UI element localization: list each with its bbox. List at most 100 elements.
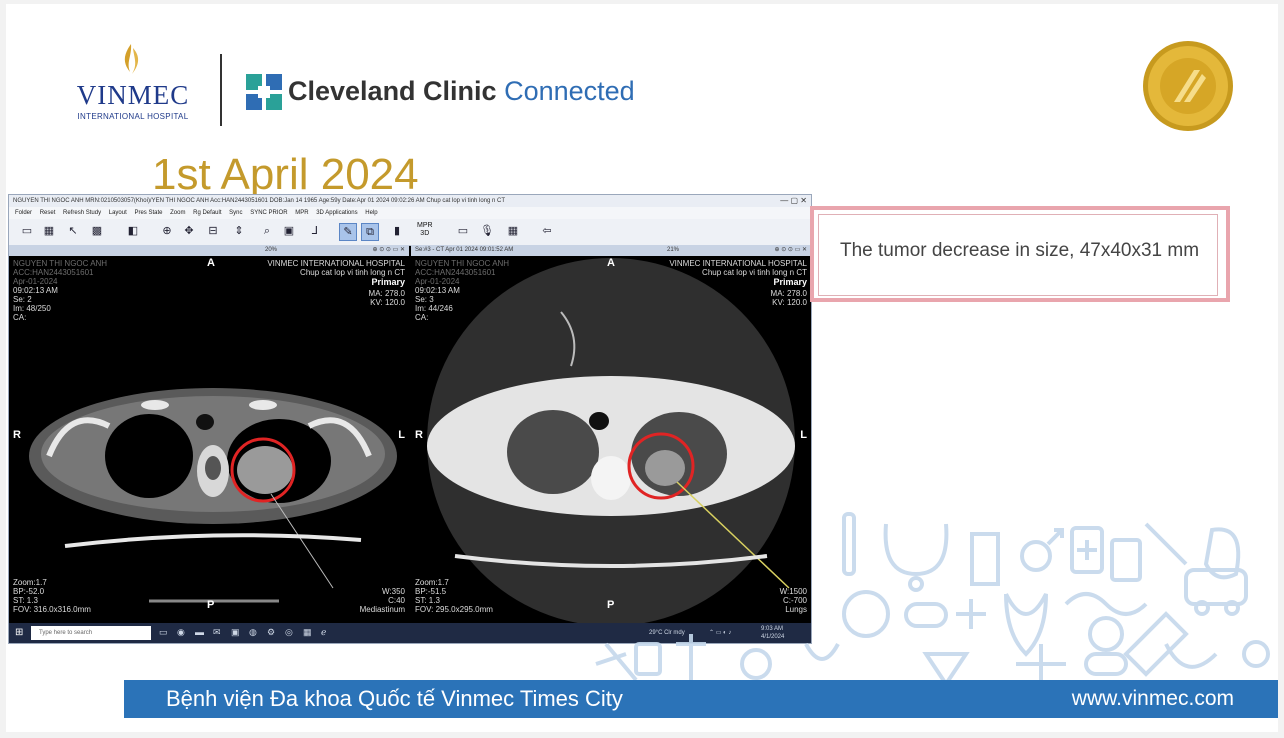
menu-layout[interactable]: Layout [109,210,127,216]
pacs-app-icon[interactable]: ◎ [285,627,295,637]
bp-value: BP:-51.5 [415,587,447,596]
study-date: Apr-01-2024 [13,277,58,286]
menu-help[interactable]: Help [365,210,377,216]
patient-name: NGUYEN THI NGOC ANH [13,259,108,268]
menu-bar: Folder Reset Refresh Study Layout Pres S… [9,207,811,219]
ca-label: CA: [415,313,429,322]
patient-name: NGUYEN THI NGOC ANH [415,259,510,268]
ma-value: MA: 278.0 [368,289,405,298]
taskbar-search-input[interactable]: Type here to search [31,626,151,640]
bookmark-icon[interactable]: ▮ [389,223,405,239]
medical-icons-decoration [595,512,1270,688]
vinmec-name: VINMEC [76,80,190,110]
study-date: Apr-01-2024 [415,277,460,286]
bp-value: BP:-52.0 [13,587,45,596]
task-view-icon[interactable]: ▭ [159,627,169,637]
orientation-anterior: A [207,257,215,269]
menu-sync[interactable]: Sync [229,210,242,216]
exit-icon[interactable]: ⇦ [539,223,555,239]
3d-label: 3D [420,230,430,237]
ct-viewport-mediastinum[interactable]: 20% ⊕ ⊙ ⊙ ▭ ✕ NGUYEN THI NGOC ANH ACC:HA… [9,245,409,623]
mpr-label: MPR [417,222,433,229]
window-title: NGUYEN THI NGOC ANH MRN:0210503057(Khoi)… [13,198,506,204]
study-time: 09:02:13 AM [415,286,460,295]
vinmec-flame-icon [124,44,139,74]
ruler-icon[interactable]: ⊟ [205,223,221,239]
finding-callout: The tumor decrease in size, 47x40x31 mm [810,206,1230,302]
accession-number: ACC:HAN2443051601 [415,268,496,277]
menu-sync-prior[interactable]: SYNC PRIOR [250,210,287,216]
microphone-icon[interactable]: 🎙 [479,223,495,239]
window-level-icon[interactable]: ◧ [125,223,141,239]
vinmec-logo: VINMEC INTERNATIONAL HOSPITAL [68,42,198,126]
cleveland-clinic-wordmark: Cleveland Clinic Connected [288,76,635,107]
window-preset: Mediastinum [359,605,405,614]
pointer-icon[interactable]: ↖ [65,223,81,239]
menu-rg-default[interactable]: Rg Default [193,210,221,216]
display-icon[interactable]: ▭ [455,223,471,239]
orientation-right: R [13,429,21,441]
save-icon[interactable]: ▣ [281,223,297,239]
primary-label: Primary [773,277,807,287]
close-icon[interactable]: ✕ [800,196,807,205]
slide: VINMEC INTERNATIONAL HOSPITAL Cleveland … [6,4,1278,732]
viewport-controls[interactable]: ⊕ ⊙ ⊙ ▭ ✕ [373,245,405,256]
window-center: C:40 [388,596,405,605]
axis-icon[interactable]: ⅃ [307,223,323,239]
tile-icon[interactable]: ▩ [89,223,105,239]
menu-refresh-study[interactable]: Refresh Study [63,210,101,216]
primary-label: Primary [371,277,405,287]
menu-pres-state[interactable]: Pres State [134,210,162,216]
edge-icon[interactable]: ◉ [177,627,187,637]
menu-reset[interactable]: Reset [40,210,56,216]
ie-icon[interactable]: ℯ [321,627,331,637]
logo-divider [220,54,222,126]
window-titlebar: NGUYEN THI NGOC ANH MRN:0210503057(Khoi)… [9,195,811,207]
viewport-controls[interactable]: ⊕ ⊙ ⊙ ▭ ✕ [775,245,807,256]
ca-label: CA: [13,313,27,322]
menu-mpr[interactable]: MPR [295,210,308,216]
cleveland-clinic-icon [246,74,282,110]
windows-start-icon[interactable]: ⊞ [15,628,25,638]
report-icon[interactable]: ▦ [505,223,521,239]
settings-icon[interactable]: ⚙ [267,627,277,637]
viewport-header: 20% ⊕ ⊙ ⊙ ▭ ✕ [9,245,409,256]
kv-value: KV: 120.0 [370,298,405,307]
footer-hospital-name: Bệnh viện Đa khoa Quốc tế Vinmec Times C… [166,686,623,711]
study-description: Chup cat lop vi tinh long n CT [300,268,405,277]
magnifier-icon[interactable]: ⊕ [159,223,175,239]
mail-icon[interactable]: ✉ [213,627,223,637]
toolbar: ▭ ▦ ↖ ▩ ◧ ⊕ ✥ ⊟ ⇕ ⌕ ▣ ⅃ ✎ ⧉ ▮ MPR 3D ▭ 🎙… [9,219,811,246]
hospital-name: VINMEC INTERNATIONAL HOSPITAL [669,259,807,268]
scroll-icon[interactable]: ⇕ [231,223,247,239]
viewport-zoom-percent: 20% [264,247,277,253]
minimize-icon[interactable]: — [780,196,788,205]
pan-icon[interactable]: ✥ [181,223,197,239]
orientation-left: L [800,429,807,441]
footer-bar: Bệnh viện Đa khoa Quốc tế Vinmec Times C… [124,680,1278,718]
store-icon[interactable]: ▣ [231,627,241,637]
orientation-anterior: A [607,257,615,269]
window-width: W:350 [382,587,405,596]
grid-icon[interactable]: ▦ [41,223,57,239]
mpr-3d-button[interactable]: MPR 3D [417,222,433,238]
layout-icon[interactable]: ▭ [19,223,35,239]
orientation-left: L [398,429,405,441]
accession-number: ACC:HAN2443051601 [13,268,94,277]
study-description: Chup cat lop vi tinh long n CT [702,268,807,277]
orientation-right: R [415,429,423,441]
menu-3d-applications[interactable]: 3D Applications [316,210,357,216]
menu-folder[interactable]: Folder [15,210,32,216]
hospital-name: VINMEC INTERNATIONAL HOSPITAL [267,259,405,268]
footer-website[interactable]: www.vinmec.com [1072,680,1234,718]
maximize-icon[interactable]: ▢ [791,196,799,205]
copy-icon[interactable]: ⧉ [361,223,379,241]
measure-tool-icon[interactable]: ✎ [339,223,357,241]
app-icon[interactable]: ▦ [303,627,313,637]
chrome-icon[interactable]: ◍ [249,627,259,637]
menu-zoom[interactable]: Zoom [170,210,185,216]
zoom-search-icon[interactable]: ⌕ [259,223,275,239]
accreditation-seal-icon [1143,41,1233,131]
file-explorer-icon[interactable]: ▬ [195,627,205,637]
study-time: 09:02:13 AM [13,286,58,295]
